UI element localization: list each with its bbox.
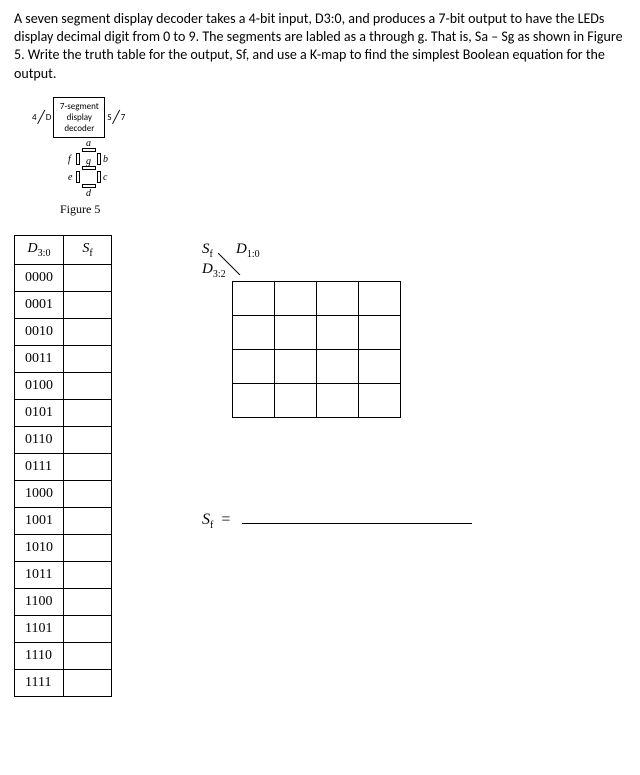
- table-row: 0110: [15, 426, 112, 453]
- table-row: 1000: [15, 480, 112, 507]
- table-row: 0001: [15, 291, 112, 318]
- table-row: 0000: [15, 264, 112, 291]
- seg-e-label: e: [68, 172, 72, 183]
- input-bits: 4: [32, 112, 37, 123]
- output-label: S: [107, 112, 111, 123]
- table-row: 0010: [15, 318, 112, 345]
- table-row: 1011: [15, 561, 112, 588]
- col-header-sf: Sf: [64, 235, 112, 264]
- bus-slash-out: ╱: [112, 110, 119, 125]
- output-bits: 7: [121, 112, 126, 123]
- input-label: D: [46, 112, 52, 123]
- truth-table: D3:0 Sf 0000 0001 0010 0011 0100 0101 01…: [14, 235, 112, 697]
- answer-blank: [242, 510, 472, 524]
- bus-slash-in: ╱: [38, 110, 45, 125]
- table-row: 0111: [15, 453, 112, 480]
- seg-a-label: a: [86, 138, 91, 149]
- kmap-grid: [232, 281, 401, 418]
- problem-statement: A seven segment display decoder takes a …: [14, 10, 626, 83]
- kmap-diagonal: [218, 253, 248, 283]
- figure-5: 4 ╱ D 7-segment display decoder S ╱ 7 a …: [32, 97, 626, 217]
- truth-table-container: D3:0 Sf 0000 0001 0010 0011 0100 0101 01…: [14, 235, 112, 697]
- kmap-sf-label: Sf: [202, 241, 213, 260]
- table-row: 0011: [15, 345, 112, 372]
- table-row: 0100: [15, 372, 112, 399]
- seg-b-label: b: [103, 154, 108, 165]
- block-text-1: 7-segment: [58, 101, 100, 112]
- table-row: 1111: [15, 669, 112, 696]
- equals-sign: =: [221, 511, 230, 528]
- seven-segment-diagram: a f b g e c d: [72, 148, 108, 194]
- col-header-d: D3:0: [15, 235, 64, 264]
- equation-line: Sf =: [202, 510, 472, 531]
- seg-f-label: f: [68, 154, 71, 165]
- equation-lhs: Sf: [202, 511, 213, 528]
- block-text-3: decoder: [58, 123, 100, 134]
- table-row: 1001: [15, 507, 112, 534]
- table-row: 0101: [15, 399, 112, 426]
- seg-c-label: c: [103, 172, 107, 183]
- decoder-block: 7-segment display decoder: [53, 97, 105, 138]
- seg-g-label: g: [86, 156, 91, 167]
- table-row: 1110: [15, 642, 112, 669]
- table-row: 1100: [15, 588, 112, 615]
- kmap-container: Sf D1:0 D3:2 Sf =: [202, 235, 472, 697]
- block-text-2: display: [58, 112, 100, 123]
- figure-caption: Figure 5: [60, 202, 626, 217]
- table-row: 1101: [15, 615, 112, 642]
- seg-d-label: d: [86, 188, 91, 199]
- table-row: 1010: [15, 534, 112, 561]
